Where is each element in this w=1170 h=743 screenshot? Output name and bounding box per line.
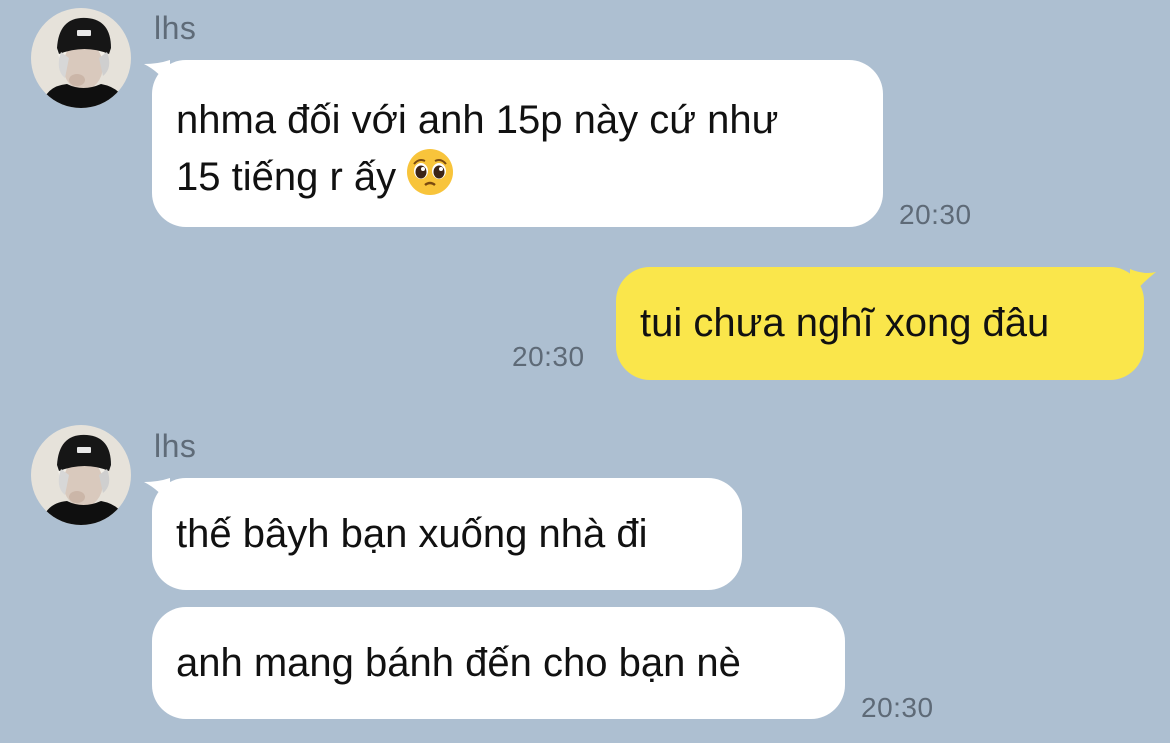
sender-name: lhs [154, 10, 197, 46]
profile-photo-icon [41, 434, 127, 525]
sender-name: lhs [154, 428, 197, 464]
message-time: 20:30 [861, 692, 934, 723]
pleading-face-icon [407, 149, 454, 195]
message-time: 20:30 [512, 341, 585, 372]
message-text-line: 15 tiếng r ấy [176, 146, 859, 203]
avatar[interactable] [31, 8, 131, 108]
message-text: anh mang bánh đến cho bạn nè [176, 641, 741, 685]
avatar[interactable] [31, 425, 131, 525]
message-bubble[interactable]: nhma đối với anh 15p này cứ như 15 tiếng… [152, 60, 883, 227]
message-time: 20:30 [899, 199, 972, 230]
message-text-line: nhma đối với anh 15p này cứ như [176, 98, 779, 142]
message-bubble[interactable]: anh mang bánh đến cho bạn nè [152, 607, 845, 719]
message-text: thế bâyh bạn xuống nhà đi [176, 512, 648, 556]
bubble-tail [1130, 269, 1156, 297]
message-text: tui chưa nghĩ xong đâu [640, 301, 1050, 345]
message-bubble[interactable]: thế bâyh bạn xuống nhà đi [152, 478, 742, 590]
message-bubble[interactable]: tui chưa nghĩ xong đâu [616, 267, 1144, 380]
profile-photo-icon [41, 17, 127, 108]
